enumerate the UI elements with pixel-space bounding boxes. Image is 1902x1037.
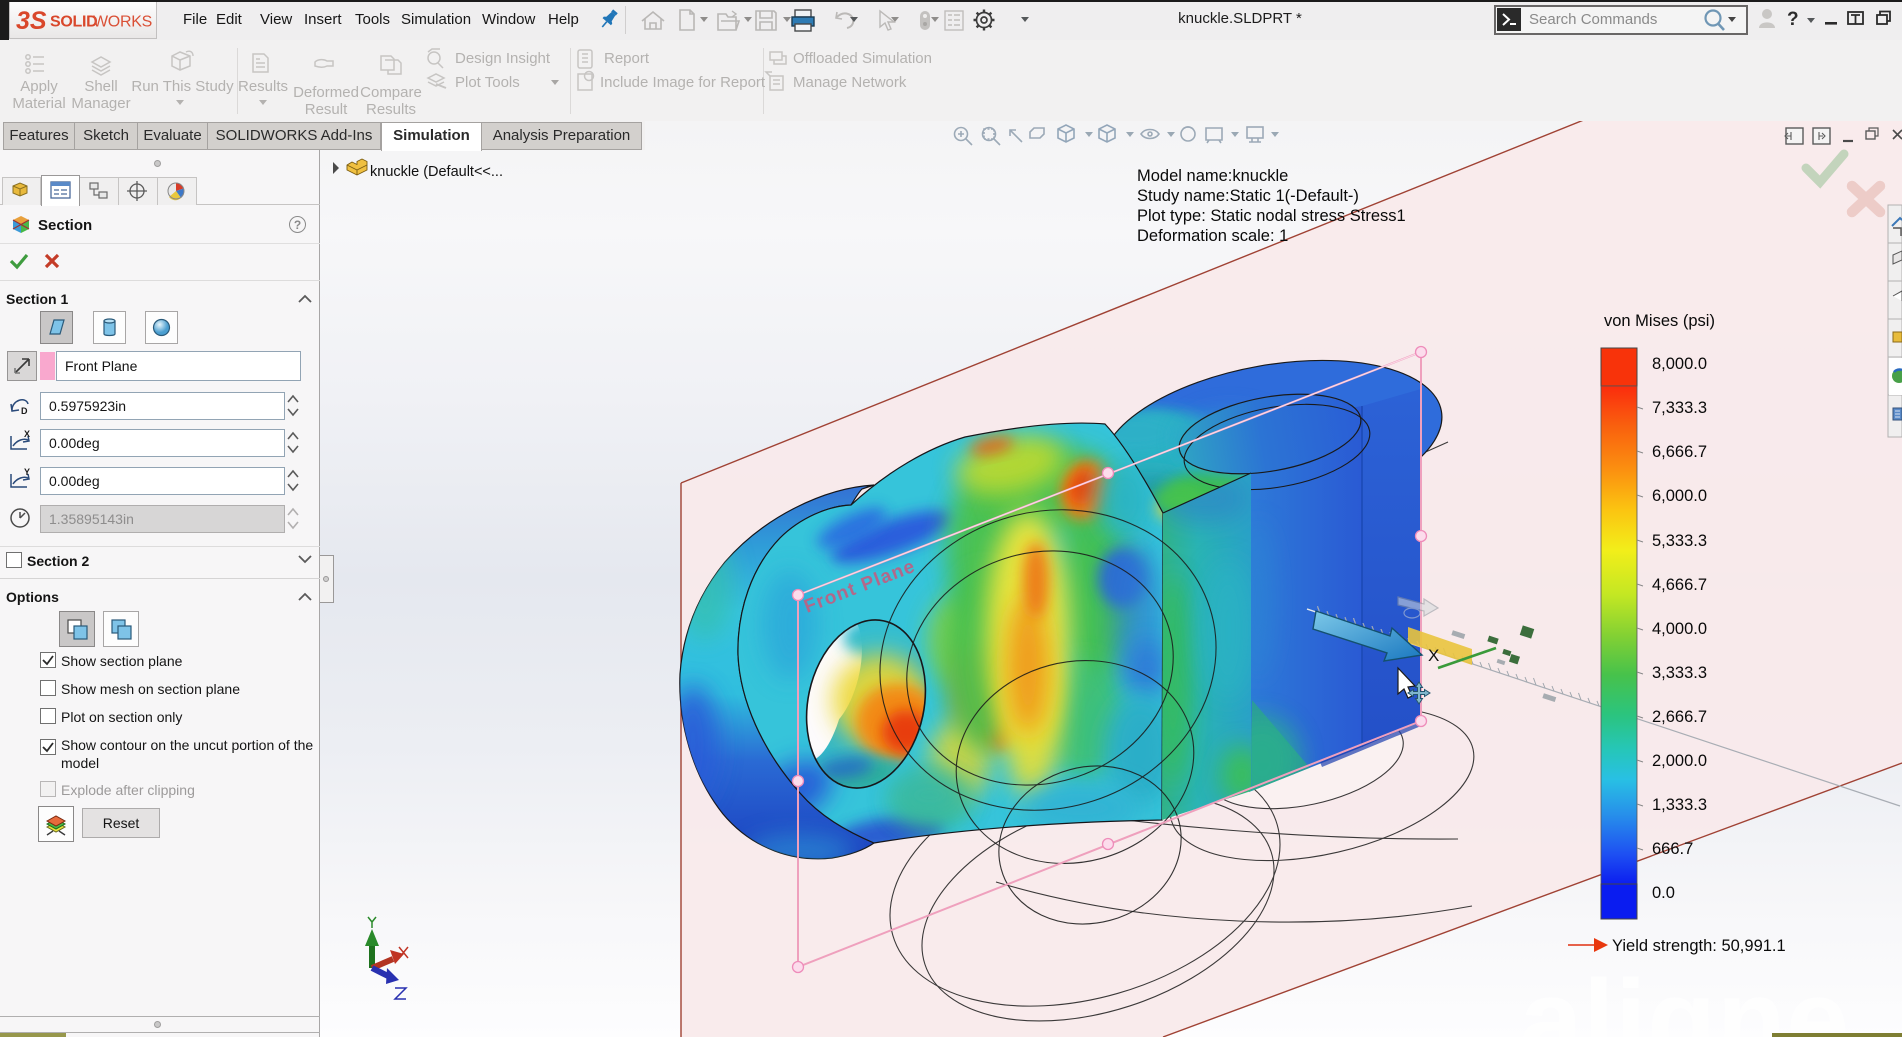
svg-text:aligne: aligne: [1520, 957, 1850, 1037]
svg-text:Study name:Static 1(-Default-): Study name:Static 1(-Default-): [1137, 187, 1359, 205]
svg-text:Y: Y: [24, 468, 30, 477]
svg-text:666.7: 666.7: [1652, 840, 1693, 858]
svg-text:5,333.3: 5,333.3: [1652, 532, 1707, 550]
svg-text:von Mises (psi): von Mises (psi): [1604, 312, 1715, 330]
svg-text:X: X: [1428, 646, 1439, 665]
svg-text:0.0: 0.0: [1652, 884, 1675, 902]
svg-text:SOLID: SOLID: [50, 14, 97, 31]
svg-text:6,666.7: 6,666.7: [1652, 443, 1707, 461]
svg-text:Yield strength: 50,991.1: Yield strength: 50,991.1: [1612, 937, 1786, 955]
svg-text:4,666.7: 4,666.7: [1652, 576, 1707, 594]
svg-text:6,000.0: 6,000.0: [1652, 487, 1707, 505]
svg-text:?: ?: [1787, 9, 1799, 30]
svg-text:4,000.0: 4,000.0: [1652, 620, 1707, 638]
svg-text:2,666.7: 2,666.7: [1652, 708, 1707, 726]
svg-text:WORKS: WORKS: [93, 14, 152, 31]
svg-text:1,333.3: 1,333.3: [1652, 796, 1707, 814]
svg-text:2,000.0: 2,000.0: [1652, 752, 1707, 770]
svg-text:Deformation scale: 1: Deformation scale: 1: [1137, 227, 1288, 245]
svg-text:D: D: [21, 406, 28, 416]
svg-text:knuckle (Default<<...: knuckle (Default<<...: [370, 164, 503, 180]
svg-text:8,000.0: 8,000.0: [1652, 355, 1707, 373]
svg-text:3,333.3: 3,333.3: [1652, 664, 1707, 682]
svg-text:7,333.3: 7,333.3: [1652, 399, 1707, 417]
svg-text:Plot type: Static nodal stress: Plot type: Static nodal stress Stress1: [1137, 207, 1406, 225]
svg-text:X: X: [24, 430, 30, 439]
svg-text:Model name:knuckle: Model name:knuckle: [1137, 167, 1288, 185]
svg-text:3S: 3S: [16, 7, 47, 35]
